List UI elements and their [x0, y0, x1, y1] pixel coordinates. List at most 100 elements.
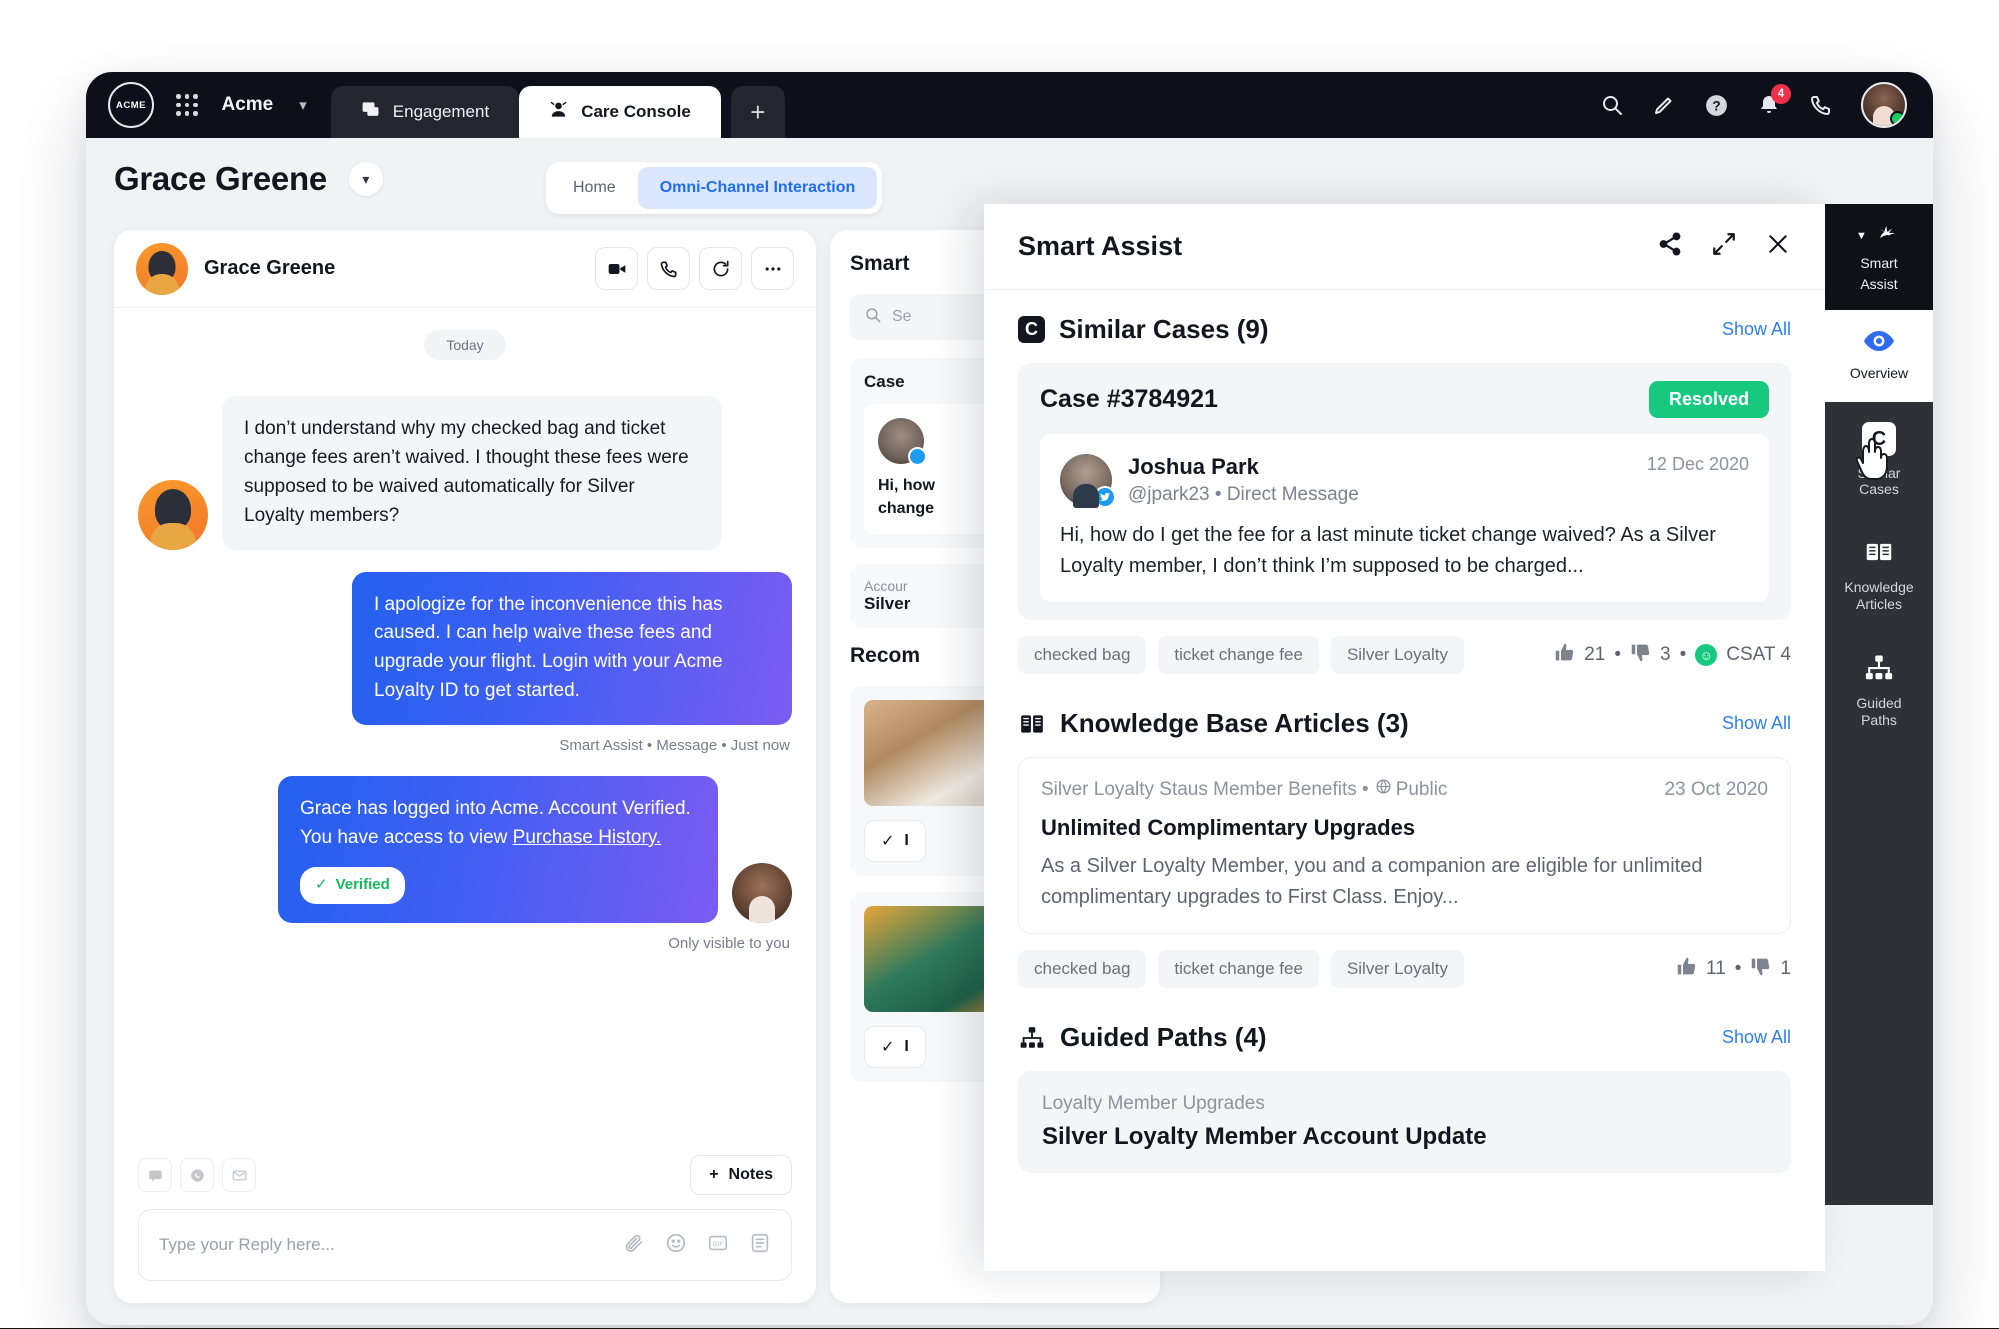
- case-author-row: Joshua Park @jpark23 • Direct Message 12…: [1060, 454, 1749, 508]
- insert-button[interactable]: ✓ I: [864, 1026, 926, 1069]
- email-icon[interactable]: [222, 1158, 256, 1192]
- insert-label: I: [904, 832, 909, 850]
- phone-call-button[interactable]: [647, 247, 690, 290]
- rail-item-overview[interactable]: Overview: [1825, 310, 1933, 402]
- rail-item-knowledge-articles[interactable]: Knowledge Articles: [1825, 518, 1933, 632]
- similar-case-card[interactable]: Case #3784921 Resolved Joshua Park @jpar…: [1018, 363, 1791, 620]
- logo-text: ACME: [116, 99, 146, 111]
- add-tab-button[interactable]: +: [730, 86, 785, 138]
- insert-button[interactable]: ✓ I: [864, 820, 926, 863]
- avatar[interactable]: [1861, 82, 1907, 128]
- tab-omni-channel-interaction[interactable]: Omni-Channel Interaction: [637, 167, 878, 209]
- tag[interactable]: ticket change fee: [1158, 950, 1319, 988]
- bell-icon[interactable]: 4: [1757, 84, 1791, 117]
- tab-engagement-label: Engagement: [392, 102, 490, 121]
- template-icon[interactable]: [749, 1232, 771, 1259]
- guided-path-card[interactable]: Loyalty Member Upgrades Silver Loyalty M…: [1018, 1071, 1791, 1173]
- tag[interactable]: ticket change fee: [1158, 636, 1319, 674]
- avatar: [878, 418, 927, 466]
- guided-path-category: Loyalty Member Upgrades: [1042, 1093, 1265, 1114]
- refresh-button[interactable]: [699, 247, 742, 290]
- knowledge-article-tags-row: checked bag ticket change fee Silver Loy…: [1018, 950, 1791, 988]
- article-date: 23 Oct 2020: [1664, 778, 1768, 800]
- case-date: 12 Dec 2020: [1646, 454, 1749, 474]
- article-visibility: Public: [1395, 778, 1448, 800]
- knowledge-base-heading: Knowledge Base Articles (3): [1060, 708, 1409, 738]
- share-icon[interactable]: [1657, 231, 1683, 262]
- sms-icon[interactable]: [138, 1158, 172, 1192]
- pencil-icon[interactable]: [1652, 93, 1676, 117]
- article-excerpt: As a Silver Loyalty Member, you and a co…: [1041, 855, 1703, 908]
- twitter-badge-icon: [1094, 486, 1116, 508]
- reply-placeholder: Type your Reply here...: [159, 1235, 335, 1254]
- upvote-count: 21: [1584, 644, 1606, 665]
- case-author-name: Joshua Park: [1128, 454, 1259, 479]
- thumbs-down-icon[interactable]: [1630, 642, 1651, 669]
- help-icon[interactable]: ?: [1704, 93, 1729, 118]
- conversation-panel: Grace Greene Today I don’t understand wh…: [114, 230, 816, 1303]
- phone-icon[interactable]: [1809, 93, 1833, 117]
- search-icon[interactable]: [1600, 93, 1624, 117]
- tab-home[interactable]: Home: [551, 167, 638, 209]
- whatsapp-icon[interactable]: [180, 1158, 214, 1192]
- rail-guided-paths-label-2: Paths: [1861, 712, 1897, 729]
- insert-label: I: [904, 1038, 909, 1056]
- avatar: [1060, 454, 1116, 508]
- video-call-button[interactable]: [595, 247, 638, 290]
- upvote-count: 11: [1706, 958, 1726, 979]
- message-bubble-verified: Grace has logged into Acme. Account Veri…: [278, 776, 718, 923]
- rail-header-smart-assist[interactable]: ▼ Smart Assist: [1825, 204, 1933, 310]
- similar-cases-show-all[interactable]: Show All: [1722, 319, 1791, 340]
- smart-assist-content[interactable]: C Similar Cases (9) Show All Case #37849…: [984, 290, 1825, 1271]
- tag[interactable]: Silver Loyalty: [1330, 950, 1465, 988]
- rail-smart-assist-label: Smart: [1860, 254, 1898, 271]
- thumbs-down-icon[interactable]: [1750, 956, 1771, 983]
- emoji-icon[interactable]: [665, 1232, 687, 1259]
- case-number: Case #3784921: [1040, 385, 1218, 413]
- close-icon[interactable]: [1765, 231, 1791, 262]
- book-icon: [1862, 538, 1896, 570]
- tag[interactable]: checked bag: [1018, 950, 1147, 988]
- attach-icon[interactable]: [623, 1232, 645, 1259]
- smart-assist-title: Smart Assist: [1018, 231, 1183, 261]
- expand-icon[interactable]: [1711, 231, 1737, 262]
- avatar[interactable]: [136, 242, 188, 295]
- knowledge-base-show-all[interactable]: Show All: [1722, 713, 1791, 734]
- conversation-actions: [595, 247, 794, 290]
- tab-bar: Engagement Care Console +: [330, 72, 785, 138]
- thumbs-up-icon[interactable]: [1554, 642, 1575, 669]
- org-name[interactable]: Acme: [222, 94, 274, 116]
- article-source: Silver Loyalty Staus Member Benefits •: [1041, 778, 1369, 800]
- case-card-header: Case #3784921 Resolved: [1040, 381, 1769, 418]
- composer: + Notes Type your Reply here... GIF: [114, 1155, 816, 1303]
- app-launcher-icon[interactable]: [176, 94, 198, 116]
- tab-engagement[interactable]: Engagement: [330, 86, 520, 138]
- message-list[interactable]: Today I don’t understand why my checked …: [114, 308, 816, 1155]
- status-badge: Resolved: [1648, 381, 1769, 418]
- more-options-button[interactable]: [751, 247, 794, 290]
- message-row-incoming: I don’t understand why my checked bag an…: [138, 396, 792, 550]
- gif-icon[interactable]: GIF: [707, 1232, 729, 1259]
- acme-logo[interactable]: ACME: [108, 82, 154, 128]
- reply-input[interactable]: Type your Reply here... GIF: [138, 1209, 792, 1281]
- thumbs-up-icon[interactable]: [1676, 956, 1697, 983]
- tab-care-console[interactable]: Care Console: [519, 86, 721, 138]
- search-placeholder: Se: [892, 308, 912, 325]
- chevron-down-icon[interactable]: ▾: [348, 162, 383, 196]
- guided-paths-show-all[interactable]: Show All: [1722, 1027, 1791, 1048]
- chevron-down-icon[interactable]: ▼: [1856, 230, 1867, 242]
- composer-icons: GIF: [623, 1232, 771, 1259]
- tag[interactable]: Silver Loyalty: [1330, 636, 1465, 674]
- separator-dot: •: [1614, 644, 1621, 665]
- purchase-history-link[interactable]: Purchase History.: [513, 827, 662, 848]
- hierarchy-icon: [1862, 653, 1896, 687]
- knowledge-article-card[interactable]: Silver Loyalty Staus Member Benefits • P…: [1018, 757, 1791, 934]
- guided-paths-heading: Guided Paths (4): [1060, 1022, 1267, 1052]
- tag[interactable]: checked bag: [1018, 636, 1147, 674]
- message-meta: Only visible to you: [668, 934, 790, 952]
- rail-item-guided-paths[interactable]: Guided Paths: [1825, 633, 1933, 749]
- chevron-down-icon[interactable]: ▾: [299, 96, 307, 114]
- case-vote-stats: 21 • 3 • ☺ CSAT 4: [1554, 642, 1791, 669]
- add-notes-button[interactable]: + Notes: [690, 1155, 792, 1195]
- check-icon: ✓: [881, 833, 895, 851]
